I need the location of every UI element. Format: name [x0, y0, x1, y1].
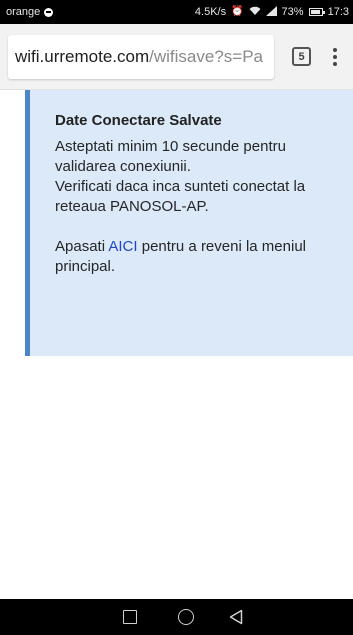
signal-icon: [265, 5, 277, 19]
url-path: /wifisave?s=Pa: [149, 46, 264, 66]
wifi-icon: [249, 6, 261, 19]
wait-message: Asteptati minim 10 secunde pentru valida…: [55, 138, 286, 175]
browser-toolbar: wifi.urremote.com/wifisave?s=Pa 5: [0, 24, 353, 90]
back-icon[interactable]: [229, 609, 243, 630]
saved-connection-panel: Date Conectare Salvate Asteptati minim 1…: [25, 90, 353, 356]
return-message: Apasati AICI pentru a reveni la meniul p…: [55, 237, 335, 277]
message-notification-icon: [44, 7, 54, 17]
more-options-icon[interactable]: [333, 47, 337, 66]
battery-percent: 73%: [281, 6, 304, 18]
return-prefix: Apasati: [55, 238, 109, 255]
page-title: Date Conectare Salvate: [55, 112, 222, 129]
home-icon[interactable]: [178, 609, 194, 625]
tab-switcher-button[interactable]: 5: [292, 47, 311, 66]
alarm-icon: ⏰: [231, 6, 244, 17]
url-host: wifi.urremote.com: [15, 46, 150, 66]
recent-apps-icon[interactable]: [123, 610, 137, 624]
status-left: orange: [6, 6, 54, 18]
status-bar: orange 4.5K/s ⏰ 73% 17:3: [0, 0, 353, 24]
android-nav-bar: [0, 599, 353, 635]
status-right: 4.5K/s ⏰ 73% 17:3: [194, 5, 349, 19]
check-connection-message: Verificati daca inca sunteti conectat la…: [55, 178, 306, 215]
carrier-name: orange: [6, 6, 41, 18]
menu-dot: [333, 47, 337, 52]
battery-icon: [308, 8, 325, 16]
address-bar[interactable]: wifi.urremote.com/wifisave?s=Pa: [8, 34, 274, 79]
network-speed: 4.5K/s: [194, 6, 227, 18]
menu-dot: [333, 61, 337, 66]
clock: 17:3: [327, 6, 349, 18]
aici-link[interactable]: AICI: [108, 238, 137, 255]
menu-dot: [333, 54, 337, 59]
